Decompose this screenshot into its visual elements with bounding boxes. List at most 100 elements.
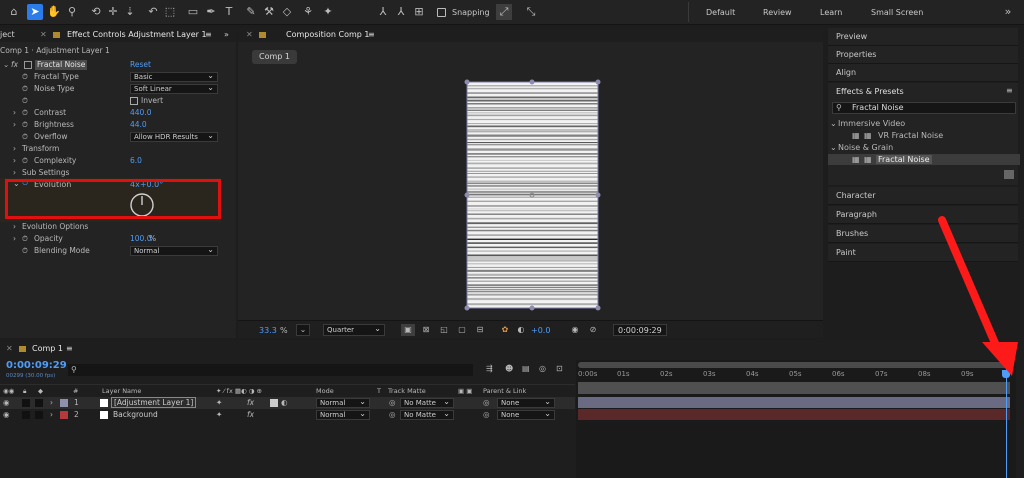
layer-label-color[interactable] bbox=[60, 399, 68, 407]
blending-mode-dropdown[interactable]: Normal bbox=[130, 245, 218, 256]
axis-world-icon[interactable]: ⅄ bbox=[393, 4, 409, 20]
brush-tool-icon[interactable]: ✎ bbox=[243, 4, 259, 20]
brightness-value[interactable]: 44.0 bbox=[130, 119, 147, 131]
pickwhip-icon[interactable]: ◎ bbox=[389, 397, 396, 409]
snap-icon[interactable]: ⤢ bbox=[496, 4, 512, 20]
motion-blur-icon[interactable]: ◎ bbox=[539, 364, 546, 373]
comp-chip[interactable]: Comp 1 bbox=[252, 50, 297, 64]
blend-mode-dropdown[interactable]: Normal bbox=[316, 397, 370, 408]
selection-tool-icon[interactable]: ➤ bbox=[27, 4, 43, 20]
adjustment-layer-icon[interactable]: ◐ bbox=[281, 397, 288, 409]
effect-vr-fractal-noise[interactable]: VR Fractal Noise bbox=[878, 131, 943, 140]
workspace-review[interactable]: Review bbox=[763, 8, 792, 17]
overflow-icon[interactable]: » bbox=[1000, 4, 1016, 20]
eye-icon[interactable]: ◉ bbox=[3, 409, 10, 421]
effect-name[interactable]: Fractal Noise bbox=[35, 60, 88, 70]
layer-name[interactable]: Background bbox=[113, 409, 158, 421]
snapshot-grid-icon[interactable]: ▣ bbox=[401, 324, 415, 336]
expand-arrow-icon[interactable]: › bbox=[13, 143, 16, 155]
stopwatch-icon[interactable]: ⏱ bbox=[22, 119, 28, 131]
tab-composition[interactable]: Composition Comp 1 bbox=[286, 28, 370, 42]
layer-row-2[interactable]: ◉ › 2 Background ✦ fx Normal ◎ No Matte … bbox=[0, 409, 575, 421]
rectangle-tool-icon[interactable]: ▭ bbox=[185, 4, 201, 20]
graph-editor-icon[interactable]: ⊡ bbox=[556, 364, 563, 373]
lock-toggle[interactable] bbox=[35, 399, 43, 407]
expand-arrow-icon[interactable]: › bbox=[13, 221, 16, 233]
solo-toggle[interactable] bbox=[22, 411, 30, 419]
expand-arrow-icon[interactable]: › bbox=[13, 107, 16, 119]
collapse-effect-icon[interactable]: ⌄ bbox=[3, 59, 9, 71]
eye-icon[interactable]: ◉ bbox=[3, 397, 10, 409]
reset-link[interactable]: Reset bbox=[130, 59, 151, 71]
mask-visibility-icon[interactable]: ◱ bbox=[437, 324, 451, 336]
pen-tool-icon[interactable]: ✒ bbox=[203, 4, 219, 20]
transparency-grid-icon[interactable]: ⊠ bbox=[419, 324, 433, 336]
workspace-small-screen[interactable]: Small Screen bbox=[871, 8, 923, 17]
pan-camera-icon[interactable]: ✛ bbox=[105, 4, 121, 20]
track-matte-dropdown[interactable]: No Matte bbox=[400, 409, 454, 420]
snap-options-icon[interactable]: ⤡ bbox=[523, 4, 539, 20]
expand-arrow-icon[interactable]: › bbox=[50, 397, 53, 409]
track-matte-dropdown[interactable]: No Matte bbox=[400, 397, 454, 408]
lock-column-icon[interactable]: 🔒︎ bbox=[23, 385, 26, 397]
label-column-icon[interactable]: ◆ bbox=[38, 385, 43, 397]
adjustment-switch-icon[interactable] bbox=[270, 399, 278, 407]
group-immersive-video[interactable]: Immersive Video bbox=[838, 119, 905, 128]
effects-presets-title[interactable]: Effects & Presets bbox=[836, 87, 904, 96]
lock-toggle[interactable] bbox=[35, 411, 43, 419]
layer-bar-1[interactable] bbox=[578, 397, 1010, 408]
zoom-value[interactable]: 33.3 bbox=[259, 326, 277, 335]
effect-fractal-noise[interactable]: Fractal Noise bbox=[876, 155, 932, 164]
fx-switch-icon[interactable]: fx bbox=[247, 409, 254, 421]
show-snapshot-icon[interactable]: ⊘ bbox=[586, 324, 600, 336]
clone-stamp-icon[interactable]: ⚒ bbox=[261, 4, 277, 20]
fx-switch-icon[interactable]: fx bbox=[247, 397, 254, 409]
stopwatch-icon[interactable]: ⏱ bbox=[22, 155, 28, 167]
color-channels-icon[interactable]: ✿ bbox=[498, 324, 512, 336]
align-panel[interactable]: Align bbox=[828, 64, 1018, 82]
fx-icon[interactable]: fx bbox=[11, 59, 18, 71]
eraser-tool-icon[interactable]: ◇ bbox=[279, 4, 295, 20]
layer-bar-2[interactable] bbox=[578, 409, 1010, 420]
parent-pickwhip-icon[interactable]: ◎ bbox=[483, 397, 490, 409]
collapse-arrow-icon[interactable]: ⌄ bbox=[830, 143, 837, 152]
av-features-icon[interactable]: ◉◉ bbox=[3, 385, 14, 397]
tab-effect-controls[interactable]: Effect Controls Adjustment Layer 1 bbox=[67, 28, 207, 42]
roto-brush-icon[interactable]: ⚘ bbox=[300, 4, 316, 20]
dolly-camera-icon[interactable]: ⇣ bbox=[122, 4, 138, 20]
group-noise-grain[interactable]: Noise & Grain bbox=[838, 143, 893, 152]
camera-snapshot-icon[interactable]: ◉ bbox=[568, 324, 582, 336]
panel-menu-icon[interactable]: ≡ bbox=[66, 342, 73, 356]
puppet-pin-icon[interactable]: ✦ bbox=[320, 4, 336, 20]
layer-label-color[interactable] bbox=[60, 411, 68, 419]
shy-layers-icon[interactable]: ☻ bbox=[505, 364, 513, 373]
expand-arrow-icon[interactable]: › bbox=[13, 233, 16, 245]
hand-tool-icon[interactable]: ✋ bbox=[46, 4, 62, 20]
stopwatch-icon[interactable]: ⏱ bbox=[22, 71, 28, 83]
panel-menu-icon[interactable]: ≡ bbox=[205, 28, 212, 42]
solo-toggle[interactable] bbox=[22, 399, 30, 407]
shy-switch-icon[interactable]: ✦ bbox=[216, 397, 222, 409]
new-bin-icon[interactable] bbox=[1004, 170, 1014, 179]
parent-pickwhip-icon[interactable]: ◎ bbox=[483, 409, 490, 421]
character-panel[interactable]: Character bbox=[828, 187, 1018, 205]
work-area-range[interactable] bbox=[578, 382, 1010, 394]
collapse-arrow-icon[interactable]: ⌄ bbox=[830, 119, 837, 128]
invert-checkbox[interactable] bbox=[130, 97, 138, 105]
type-tool-icon[interactable]: T bbox=[221, 4, 237, 20]
expand-icon[interactable]: » bbox=[224, 28, 229, 42]
tab-project[interactable]: ject bbox=[0, 28, 15, 42]
region-of-interest-icon[interactable]: ▢ bbox=[455, 324, 469, 336]
expand-arrow-icon[interactable]: › bbox=[50, 409, 53, 421]
effects-search-input[interactable]: ⚲ Fractal Noise bbox=[832, 102, 1016, 114]
stopwatch-icon[interactable]: ⏱ bbox=[22, 131, 28, 143]
stopwatch-icon[interactable]: ⏱ bbox=[22, 107, 28, 119]
workspace-learn[interactable]: Learn bbox=[820, 8, 842, 17]
parent-dropdown[interactable]: None bbox=[497, 409, 555, 420]
guides-icon[interactable]: ⊟ bbox=[473, 324, 487, 336]
preview-panel[interactable]: Preview bbox=[828, 28, 1018, 46]
close-tab-icon[interactable]: ✕ bbox=[40, 28, 47, 42]
transform-row[interactable]: › Transform bbox=[0, 143, 236, 155]
resolution-dropdown[interactable]: Quarter bbox=[323, 323, 385, 336]
layer-name[interactable]: [Adjustment Layer 1] bbox=[111, 397, 197, 408]
